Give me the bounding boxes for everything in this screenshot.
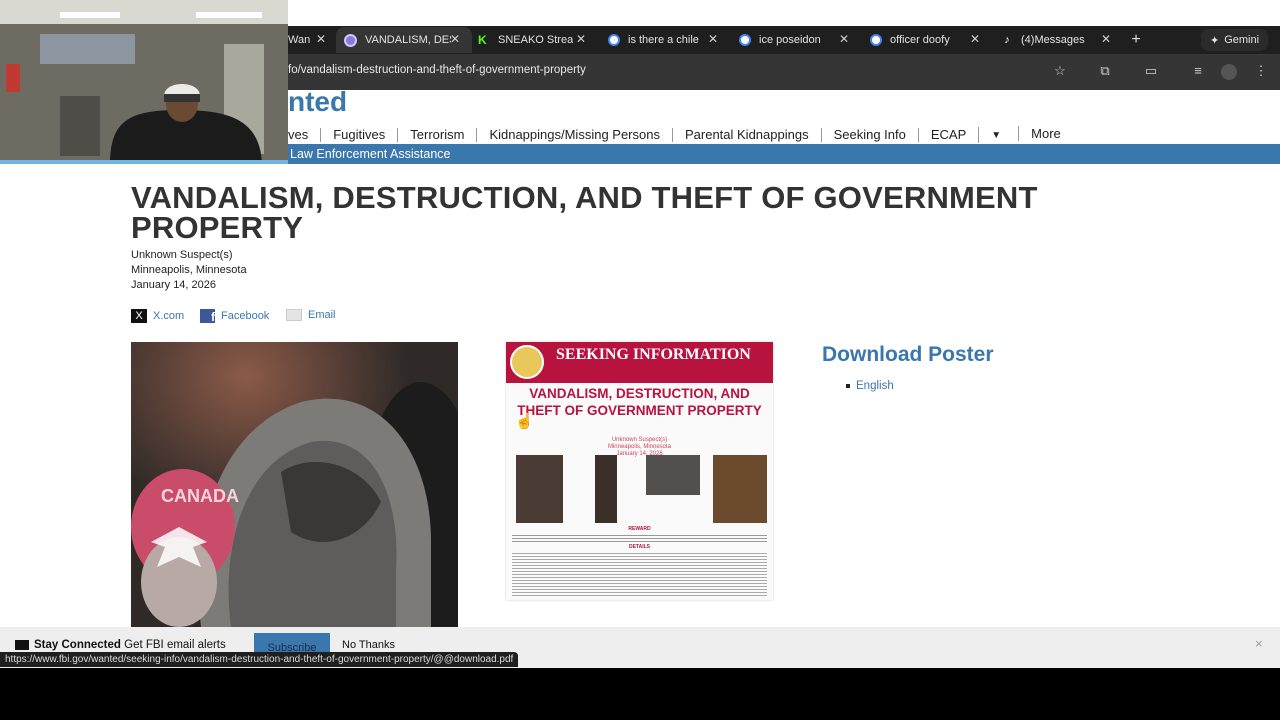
share-facebook-label: Facebook bbox=[221, 310, 270, 322]
hand-cursor-icon: ☝ bbox=[515, 413, 534, 430]
suspect-photo[interactable]: CANADA bbox=[131, 342, 458, 627]
caret-down-icon: ▼ bbox=[991, 130, 1002, 141]
hat-text: CANADA bbox=[161, 486, 239, 506]
nav-item-kidnappings[interactable]: Kidnappings/Missing Persons bbox=[476, 128, 672, 142]
page-title: VANDALISM, DESTRUCTION, AND THEFT OF GOV… bbox=[131, 180, 1038, 245]
new-tab-icon[interactable]: + bbox=[1128, 30, 1144, 50]
banner-desc: Get FBI email alerts bbox=[124, 639, 226, 651]
site-brand-title[interactable]: nted bbox=[288, 86, 347, 118]
tab-close-icon[interactable]: ✕ bbox=[706, 32, 720, 46]
download-english-link[interactable]: English bbox=[846, 380, 894, 392]
status-bar-url: https://www.fbi.gov/wanted/seeking-info/… bbox=[0, 652, 519, 667]
subnav-bar: Law Enforcement Assistance bbox=[288, 144, 1280, 164]
banner-close-icon[interactable]: × bbox=[1255, 636, 1263, 651]
tab-1[interactable]: Wan ✕ bbox=[288, 27, 328, 53]
google-favicon-icon bbox=[739, 34, 751, 46]
no-thanks-link[interactable]: No Thanks bbox=[342, 639, 395, 651]
tab-4[interactable]: is there a chile ✕ bbox=[608, 27, 720, 53]
x-logo-icon: X bbox=[131, 309, 147, 323]
screen-cast-icon[interactable]: ▭ bbox=[1143, 63, 1159, 79]
gemini-sparkle-icon: ✦ bbox=[1210, 34, 1220, 47]
tab-title: officer doofy bbox=[890, 34, 950, 46]
tab-title: SNEAKO Strea bbox=[498, 34, 574, 46]
tab-2-active[interactable]: VANDALISM, DES ✕ bbox=[336, 27, 472, 53]
tab-close-icon[interactable]: ✕ bbox=[837, 32, 851, 46]
media-control-icon[interactable]: ≡ bbox=[1190, 63, 1206, 78]
extensions-icon[interactable]: ⧉ bbox=[1097, 63, 1113, 79]
poster-sub1: Unknown Suspect(s) bbox=[611, 437, 668, 443]
tab-close-icon[interactable]: ✕ bbox=[448, 32, 462, 46]
tab-title: Wan bbox=[288, 34, 311, 46]
share-facebook-link[interactable]: f Facebook bbox=[200, 309, 270, 324]
facebook-logo-icon: f bbox=[200, 309, 215, 324]
poster-reward-label: REWARD bbox=[628, 526, 651, 532]
nav-more-label: More bbox=[1018, 126, 1073, 141]
nav-item-more[interactable]: ▼ More bbox=[978, 126, 1085, 143]
nav-item-fugitives[interactable]: Fugitives bbox=[320, 128, 397, 142]
poster-photo-3 bbox=[646, 455, 700, 495]
fbi-seal-icon bbox=[510, 345, 544, 379]
tab-close-icon[interactable]: ✕ bbox=[968, 32, 982, 46]
share-email-label: Email bbox=[308, 309, 336, 321]
nav-item-seeking-info[interactable]: Seeking Info bbox=[820, 128, 918, 142]
bullet-icon bbox=[846, 383, 850, 388]
nav-item-terrorism[interactable]: Terrorism bbox=[397, 128, 476, 142]
main-nav: ves Fugitives Terrorism Kidnappings/Miss… bbox=[288, 126, 1085, 144]
poster-photo-4 bbox=[713, 455, 767, 523]
tab-title: (4)Messages bbox=[1021, 34, 1085, 46]
google-favicon-icon bbox=[608, 34, 620, 46]
envelope-icon bbox=[286, 309, 302, 321]
poster-photo-2 bbox=[595, 455, 617, 523]
poster-photo-1 bbox=[516, 455, 563, 523]
browser-window: Wan ✕ VANDALISM, DES ✕ K SNEAKO Strea ✕ … bbox=[0, 0, 1280, 668]
tab-7[interactable]: ♪ (4)Messages ✕ bbox=[1001, 27, 1113, 53]
case-location: Minneapolis, Minnesota bbox=[131, 264, 247, 276]
subnav-item[interactable]: Law Enforcement Assistance bbox=[288, 147, 451, 161]
poster-details-label: DETAILS bbox=[628, 544, 651, 550]
tab-5[interactable]: ice poseidon ✕ bbox=[739, 27, 851, 53]
webcam-overlay bbox=[0, 0, 288, 164]
poster-reward-text bbox=[512, 533, 767, 543]
poster-details-text bbox=[512, 551, 767, 597]
case-suspect: Unknown Suspect(s) bbox=[131, 249, 233, 261]
tab-3[interactable]: K SNEAKO Strea ✕ bbox=[478, 27, 588, 53]
gemini-button[interactable]: ✦ Gemini bbox=[1201, 29, 1269, 51]
bookmark-star-icon[interactable]: ☆ bbox=[1052, 63, 1068, 79]
envelope-banner-icon bbox=[15, 639, 29, 650]
share-email-link[interactable]: Email bbox=[286, 309, 336, 321]
webcam-image bbox=[0, 0, 288, 164]
tab-close-icon[interactable]: ✕ bbox=[574, 32, 588, 46]
banner-text: Stay Connected Get FBI email alerts bbox=[15, 639, 226, 651]
case-date: January 14, 2026 bbox=[131, 279, 217, 291]
google-favicon-icon bbox=[870, 34, 882, 46]
share-x-link[interactable]: X X.com bbox=[131, 309, 184, 323]
poster-title: VANDALISM, DESTRUCTION, AND THEFT OF GOV… bbox=[517, 386, 762, 418]
nav-item-parental-kidnappings[interactable]: Parental Kidnappings bbox=[671, 128, 821, 142]
tab-title: is there a chile bbox=[628, 34, 699, 46]
kick-favicon-icon: K bbox=[478, 34, 490, 46]
suspect-photo-image: CANADA bbox=[131, 342, 458, 627]
download-english-label: English bbox=[856, 380, 894, 392]
poster-sub2: Minneapolis, Minnesota bbox=[607, 444, 672, 450]
tab-close-icon[interactable]: ✕ bbox=[314, 32, 328, 46]
nav-item-partial[interactable]: ves bbox=[288, 128, 320, 142]
tab-title: ice poseidon bbox=[759, 34, 821, 46]
tiktok-favicon-icon: ♪ bbox=[1001, 34, 1013, 46]
tab-close-icon[interactable]: ✕ bbox=[1099, 32, 1113, 46]
wanted-poster-thumbnail[interactable]: SEEKING INFORMATION VANDALISM, DESTRUCTI… bbox=[506, 342, 773, 600]
tab-6[interactable]: officer doofy ✕ bbox=[870, 27, 982, 53]
share-x-label: X.com bbox=[153, 310, 185, 322]
poster-header: SEEKING INFORMATION bbox=[556, 346, 751, 363]
menu-kebab-icon[interactable]: ⋮ bbox=[1253, 63, 1269, 79]
profile-avatar-icon[interactable] bbox=[1221, 64, 1237, 80]
nav-item-ecap[interactable]: ECAP bbox=[917, 128, 978, 142]
address-bar-url[interactable]: fo/vandalism-destruction-and-theft-of-go… bbox=[288, 64, 586, 76]
banner-bold: Stay Connected bbox=[34, 639, 121, 651]
tab-title: VANDALISM, DES bbox=[365, 34, 451, 46]
download-poster-title: Download Poster bbox=[822, 343, 994, 366]
fbi-favicon-icon bbox=[344, 33, 357, 47]
gemini-label: Gemini bbox=[1224, 34, 1260, 46]
